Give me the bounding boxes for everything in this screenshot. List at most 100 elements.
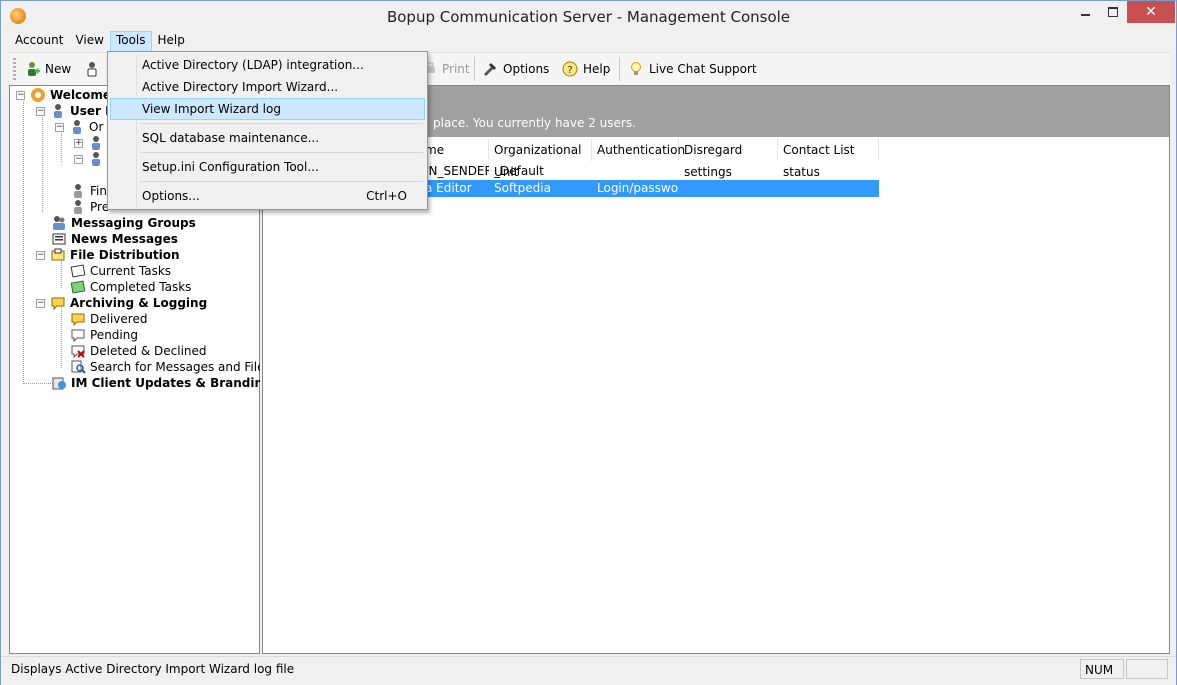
groups-icon bbox=[53, 216, 65, 230]
status-panel bbox=[1126, 659, 1168, 679]
column-header-org-unit[interactable]: Organizational Unit bbox=[489, 139, 592, 179]
tree-item-current-tasks[interactable]: Current Tasks bbox=[70, 263, 171, 279]
properties-button[interactable] bbox=[84, 59, 105, 79]
tree-item-org-units[interactable]: − Or bbox=[55, 119, 103, 135]
menu-account[interactable]: Account bbox=[9, 31, 69, 50]
menu-item-setup-ini-tool[interactable]: Setup.ini Configuration Tool... bbox=[110, 156, 425, 178]
tree-label: Search for Messages and Files bbox=[90, 360, 271, 374]
collapse-icon[interactable]: − bbox=[36, 298, 45, 308]
find-users-icon bbox=[74, 184, 82, 198]
column-header-disregard-settings[interactable]: Disregard settings bbox=[679, 139, 778, 179]
live-chat-support-label: Live Chat Support bbox=[649, 62, 757, 76]
help-button[interactable]: ? Help bbox=[562, 59, 610, 79]
tree-item-presence[interactable]: Pre bbox=[70, 199, 109, 215]
menu-item-view-import-wizard-log[interactable]: View Import Wizard log bbox=[110, 98, 425, 120]
collapse-icon[interactable]: − bbox=[74, 154, 83, 164]
tree-connector bbox=[23, 383, 53, 384]
tools-icon bbox=[484, 63, 496, 76]
tree-item-completed-tasks[interactable]: Completed Tasks bbox=[70, 279, 191, 295]
cell-disregard-settings bbox=[679, 180, 778, 197]
tree-connector bbox=[23, 96, 24, 384]
org-unit-icon bbox=[92, 152, 100, 166]
column-header-contact-list-status[interactable]: Contact List status bbox=[778, 139, 879, 179]
news-icon bbox=[52, 233, 66, 245]
menu-view[interactable]: View bbox=[69, 31, 109, 50]
tree-label: Fin bbox=[90, 184, 107, 198]
new-button[interactable]: New bbox=[24, 59, 71, 79]
toolbar-grip[interactable] bbox=[13, 58, 16, 80]
minimize-icon bbox=[1080, 14, 1090, 16]
collapse-icon[interactable]: − bbox=[36, 250, 45, 260]
tree-item-messaging-groups[interactable]: Messaging Groups bbox=[51, 215, 196, 231]
expand-icon[interactable]: + bbox=[74, 138, 83, 148]
new-button-label: New bbox=[45, 62, 72, 76]
main-window: Bopup Communication Server - Management … bbox=[0, 0, 1177, 685]
presence-icon bbox=[74, 200, 82, 214]
title-bar: Bopup Communication Server - Management … bbox=[1, 1, 1176, 31]
menu-help[interactable]: Help bbox=[152, 31, 191, 50]
menu-item-label: View Import Wizard log bbox=[142, 102, 281, 116]
toolbar-separator bbox=[474, 57, 475, 81]
tree-label: Current Tasks bbox=[90, 264, 172, 278]
maximize-button[interactable] bbox=[1099, 1, 1127, 23]
status-bar: Displays Active Directory Import Wizard … bbox=[1, 656, 1176, 685]
server-icon bbox=[31, 88, 45, 102]
menu-item-options[interactable]: Options... Ctrl+O bbox=[110, 185, 425, 207]
tree-item-pending[interactable]: Pending bbox=[70, 327, 138, 343]
task-icon bbox=[70, 264, 86, 278]
menu-item-shortcut: Ctrl+O bbox=[366, 189, 407, 203]
deleted-icon bbox=[71, 345, 85, 359]
print-button[interactable]: Print bbox=[421, 59, 470, 79]
print-button-label: Print bbox=[442, 62, 470, 76]
close-button[interactable]: ✕ bbox=[1127, 1, 1175, 23]
tree-item-welcome[interactable]: − Welcome bbox=[16, 87, 111, 103]
menu-item-label: Active Directory (LDAP) integration... bbox=[142, 58, 364, 72]
menu-bar: Account View Tools Help bbox=[9, 31, 191, 52]
banner-text: place. You currently have 2 users. bbox=[433, 116, 636, 130]
cell-org-unit: _Default bbox=[494, 164, 544, 178]
tree-item-file-distribution[interactable]: − File Distribution bbox=[36, 247, 180, 263]
tree-item-im-client-updates[interactable]: IM Client Updates & Branding bbox=[51, 375, 272, 391]
menu-item-ldap-integration[interactable]: Active Directory (LDAP) integration... bbox=[110, 54, 425, 76]
tree-item-search-messages[interactable]: Search for Messages and Files bbox=[70, 359, 271, 375]
collapse-icon[interactable]: − bbox=[55, 122, 64, 132]
tree-connector bbox=[61, 304, 62, 368]
column-header-authentication[interactable]: Authentication bbox=[592, 139, 685, 161]
minimize-button[interactable] bbox=[1071, 1, 1099, 23]
menu-item-label: SQL database maintenance... bbox=[142, 131, 320, 145]
cell-contact-list-status bbox=[778, 180, 879, 197]
menu-item-label: Active Directory Import Wizard... bbox=[142, 80, 339, 94]
tree-item-org-unit-1[interactable]: + bbox=[74, 135, 108, 151]
menu-separator bbox=[140, 181, 423, 182]
users-icon bbox=[54, 104, 62, 118]
options-button[interactable]: Options bbox=[482, 59, 549, 79]
pending-icon bbox=[71, 329, 85, 343]
menu-tools[interactable]: Tools bbox=[109, 31, 152, 52]
help-icon: ? bbox=[562, 61, 578, 77]
tree-item-find-users[interactable]: Fin bbox=[70, 183, 107, 199]
tree-label: Archiving & Logging bbox=[70, 296, 208, 310]
collapse-icon[interactable]: − bbox=[36, 106, 45, 116]
live-chat-support-button[interactable]: Live Chat Support bbox=[628, 59, 757, 79]
menu-item-sql-maintenance[interactable]: SQL database maintenance... bbox=[110, 127, 425, 149]
tree-item-archiving-logging[interactable]: − Archiving & Logging bbox=[36, 295, 207, 311]
tree-item-org-unit-2[interactable]: − bbox=[74, 151, 108, 167]
org-unit-icon bbox=[92, 136, 100, 150]
archive-icon bbox=[51, 297, 65, 311]
svg-text:?: ? bbox=[567, 65, 572, 76]
num-lock-indicator: NUM bbox=[1080, 659, 1124, 679]
tree-item-user-management[interactable]: − User M bbox=[36, 103, 117, 119]
tree-item-delivered[interactable]: Delivered bbox=[70, 311, 147, 327]
cell-authentication: Login/password bbox=[597, 181, 679, 195]
menu-item-ad-import-wizard[interactable]: Active Directory Import Wizard... bbox=[110, 76, 425, 98]
tools-dropdown-menu: Active Directory (LDAP) integration... A… bbox=[107, 51, 428, 210]
tree-label: Welcome bbox=[50, 88, 112, 102]
tree-item-deleted-declined[interactable]: Deleted & Declined bbox=[70, 343, 207, 359]
close-icon: ✕ bbox=[1145, 4, 1157, 20]
properties-icon bbox=[87, 62, 97, 77]
tree-label: Delivered bbox=[90, 312, 148, 326]
menu-item-label: Setup.ini Configuration Tool... bbox=[142, 160, 319, 174]
collapse-icon[interactable]: − bbox=[16, 90, 25, 100]
tree-item-news-messages[interactable]: News Messages bbox=[51, 231, 178, 247]
tree-label: Deleted & Declined bbox=[90, 344, 207, 358]
